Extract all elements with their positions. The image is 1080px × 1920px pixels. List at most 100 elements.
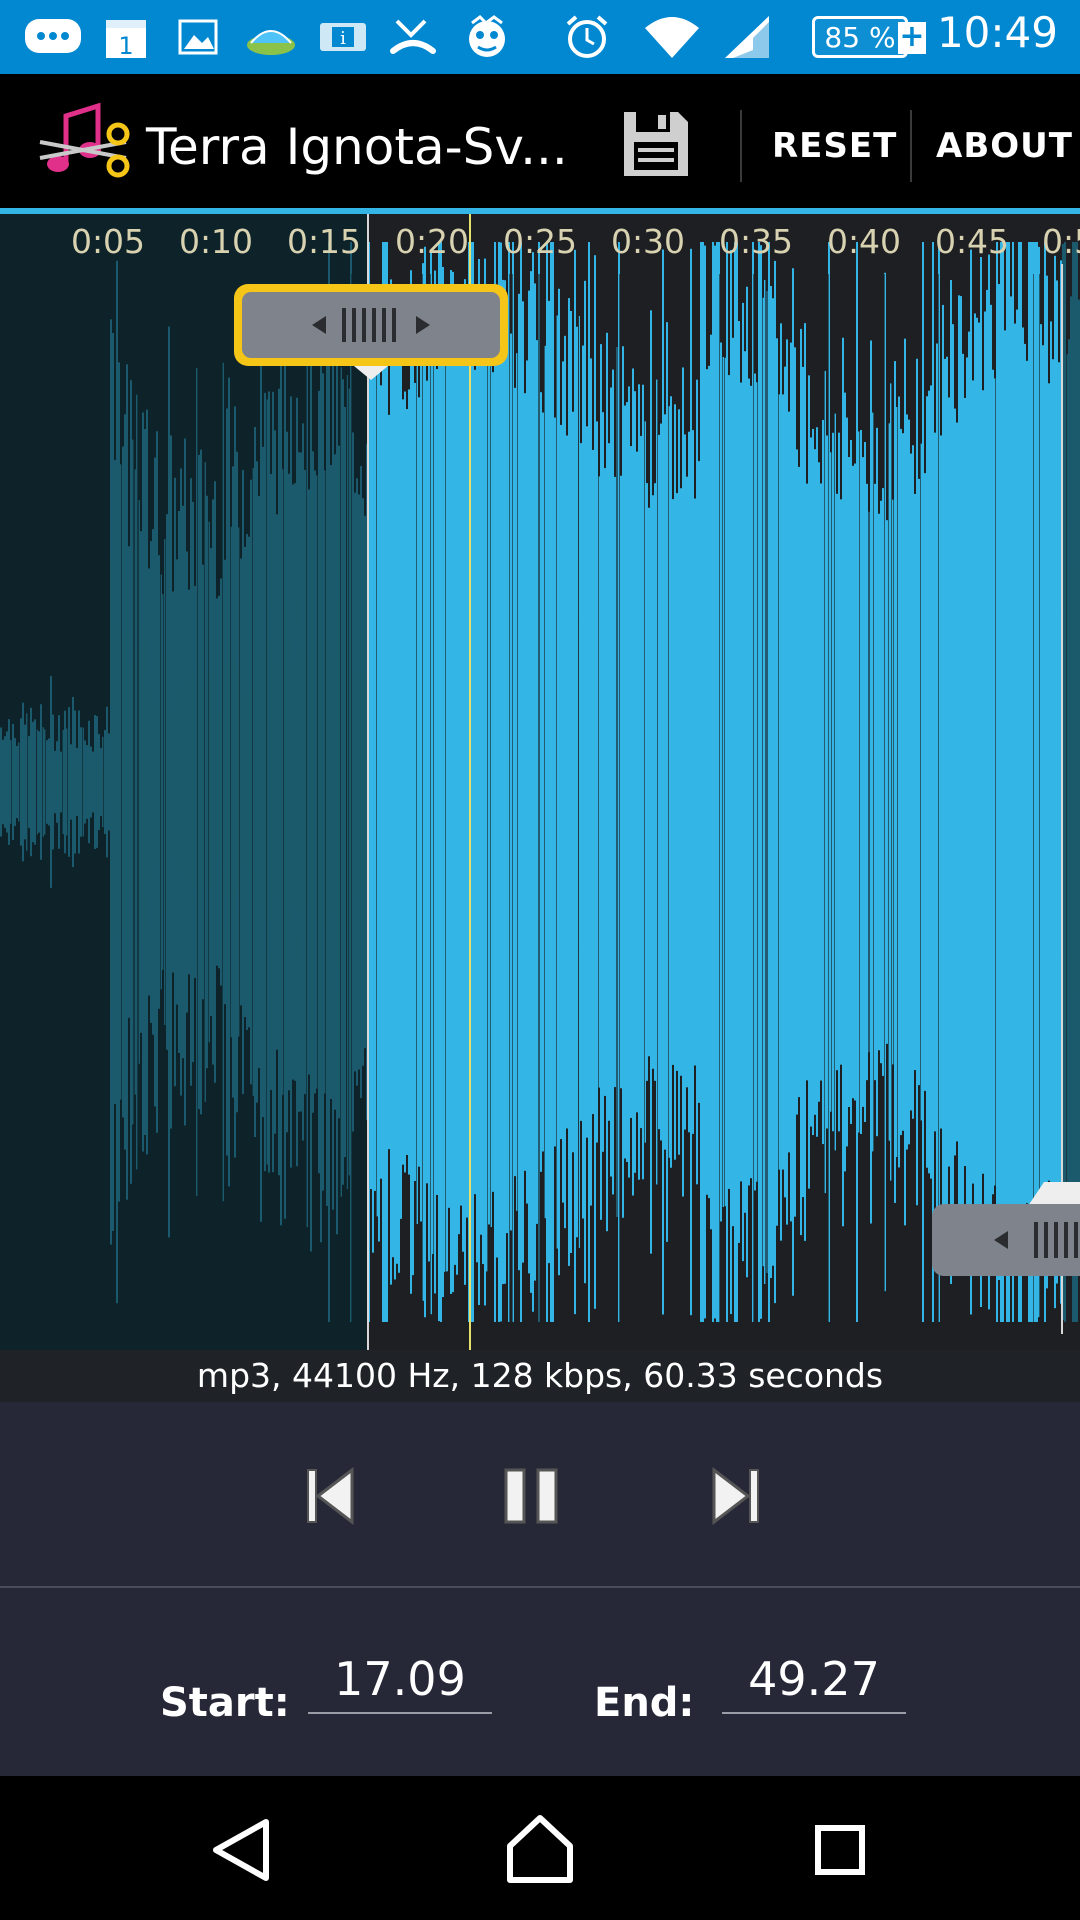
waveform-gap [767, 274, 768, 1350]
waveform-core [170, 632, 172, 932]
navigation-bar [0, 1776, 1080, 1920]
waveform-core [514, 601, 516, 963]
waveform-gap [757, 274, 758, 1350]
waveform-core [1012, 500, 1014, 1064]
app-title: Terra Ignota-Sv... [146, 118, 568, 176]
playhead-line [469, 214, 471, 1350]
waveform-core [1016, 575, 1018, 989]
waveform-view[interactable]: 0:05 0:10 0:15 0:20 0:25 0:30 0:35 0:40 0:45 0:5 [0, 214, 1080, 1350]
waveform-core [562, 606, 564, 958]
alarm-icon [562, 12, 612, 62]
waveform-core [64, 748, 66, 816]
waveform-core [464, 561, 466, 1003]
end-field[interactable] [722, 1646, 906, 1714]
save-button[interactable] [618, 106, 694, 182]
waveform-gap [11, 274, 12, 1350]
waveform-core [76, 766, 78, 798]
waveform-core [716, 533, 718, 1031]
waveform-core [218, 713, 220, 851]
waveform-core [280, 544, 282, 1020]
waveform-core [710, 601, 712, 963]
waveform-core [610, 580, 612, 984]
start-field[interactable] [308, 1646, 492, 1714]
waveform-core [466, 593, 468, 971]
waveform-core [104, 758, 106, 806]
pause-button[interactable] [502, 1466, 558, 1526]
waveform-core [800, 615, 802, 949]
waveform-core [456, 526, 458, 1038]
info-card-icon: i [318, 12, 368, 62]
reset-button[interactable]: RESET [772, 126, 897, 166]
waveform-core [56, 762, 58, 802]
waveform-core [922, 557, 924, 1007]
home-button[interactable] [500, 1810, 580, 1890]
waveform-core [786, 588, 788, 976]
waveform-core [408, 610, 410, 954]
waveform-core [182, 646, 184, 918]
waveform-gap [266, 274, 267, 1350]
waveform-core [1024, 609, 1026, 955]
about-button[interactable]: ABOUT [936, 126, 1073, 166]
waveform-core [74, 756, 76, 808]
skip-previous-button[interactable] [302, 1466, 358, 1526]
waveform-core [650, 589, 652, 975]
waveform-core [88, 755, 90, 809]
end-handle[interactable] [930, 1180, 1080, 1292]
waveform-core [804, 535, 806, 1029]
waveform-gap [137, 274, 138, 1350]
waveform-core [742, 594, 744, 970]
waveform-core [12, 759, 14, 805]
waveform-core [932, 550, 934, 1014]
waveform-core [972, 638, 974, 926]
waveform-core [1040, 558, 1042, 1006]
waveform-gap [512, 274, 513, 1350]
back-button[interactable] [202, 1810, 282, 1890]
waveform-core [52, 750, 54, 814]
waveform-core [958, 582, 960, 982]
app-logo-icon[interactable] [36, 98, 132, 188]
waveform-core [360, 628, 362, 936]
waveform-core [560, 646, 562, 918]
waveform-core [614, 620, 616, 944]
waveform-gap [133, 274, 134, 1350]
timeline-tick-label: 0:05 [70, 222, 146, 261]
waveform-core [216, 700, 218, 864]
waveform-gap [165, 274, 166, 1350]
skip-next-button[interactable] [708, 1466, 764, 1526]
waveform-core [748, 583, 750, 981]
waveform-core [156, 630, 158, 934]
waveform-core [670, 607, 672, 957]
waveform-gap [445, 274, 446, 1350]
battery-text: 85 % [824, 20, 896, 54]
waveform-core [646, 660, 648, 904]
waveform-core [974, 613, 976, 951]
waveform-core [114, 624, 116, 940]
waveform-core [16, 762, 18, 802]
recents-button[interactable] [800, 1810, 880, 1890]
waveform-core [880, 665, 882, 899]
waveform-core [930, 630, 932, 934]
waveform-gap [340, 274, 341, 1350]
waveform-core [548, 591, 550, 973]
waveform-core [510, 595, 512, 969]
waveform-core [696, 569, 698, 995]
waveform-core [674, 640, 676, 924]
waveform-gap [873, 274, 874, 1350]
waveform-gap [45, 274, 46, 1350]
waveform-core [850, 653, 852, 911]
start-handle[interactable] [230, 280, 512, 380]
waveform-gap [834, 274, 835, 1350]
waveform-gap [719, 274, 720, 1350]
waveform-gap [487, 274, 488, 1350]
waveform-core [388, 581, 390, 983]
waveform-core [158, 701, 160, 863]
waveform-gap [348, 274, 349, 1350]
waveform-core [292, 655, 294, 909]
waveform-gap [416, 274, 417, 1350]
back-triangle-icon [213, 1819, 269, 1881]
waveform-core [440, 573, 442, 991]
waveform-core [518, 592, 520, 972]
waveform-core [198, 661, 200, 903]
waveform-core [278, 637, 280, 927]
waveform-gap [222, 274, 223, 1350]
